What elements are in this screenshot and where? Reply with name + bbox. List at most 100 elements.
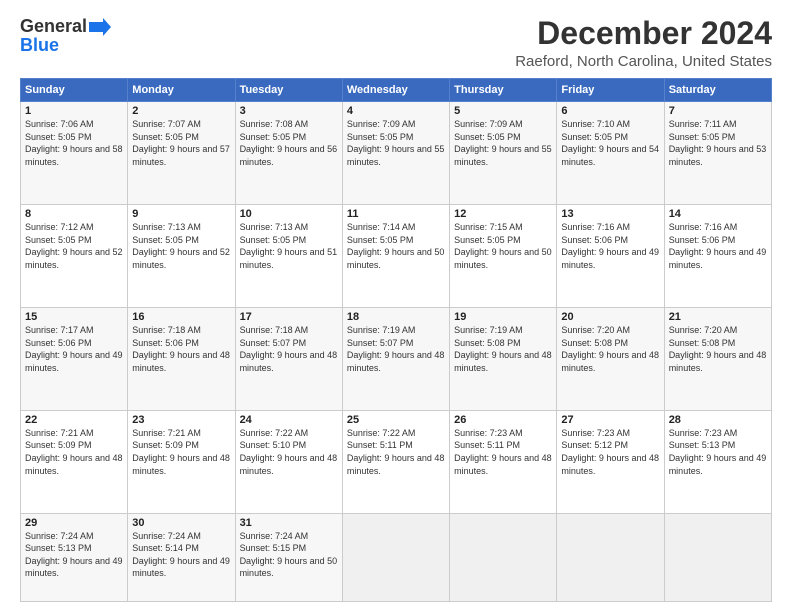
table-cell: 13Sunrise: 7:16 AMSunset: 5:06 PMDayligh… xyxy=(557,205,664,308)
table-cell: 21Sunrise: 7:20 AMSunset: 5:08 PMDayligh… xyxy=(664,307,771,410)
table-cell: 24Sunrise: 7:22 AMSunset: 5:10 PMDayligh… xyxy=(235,410,342,513)
table-cell: 26Sunrise: 7:23 AMSunset: 5:11 PMDayligh… xyxy=(450,410,557,513)
table-cell: 5Sunrise: 7:09 AMSunset: 5:05 PMDaylight… xyxy=(450,102,557,205)
table-cell: 20Sunrise: 7:20 AMSunset: 5:08 PMDayligh… xyxy=(557,307,664,410)
day-number: 10 xyxy=(240,208,338,220)
calendar-table: Sunday Monday Tuesday Wednesday Thursday… xyxy=(20,78,772,602)
day-number: 21 xyxy=(669,311,767,323)
day-info: Sunrise: 7:23 AMSunset: 5:13 PMDaylight:… xyxy=(669,427,767,477)
page-subtitle: Raeford, North Carolina, United States xyxy=(515,53,772,70)
day-info: Sunrise: 7:08 AMSunset: 5:05 PMDaylight:… xyxy=(240,118,338,168)
day-number: 1 xyxy=(25,105,123,117)
table-cell xyxy=(664,513,771,601)
day-info: Sunrise: 7:17 AMSunset: 5:06 PMDaylight:… xyxy=(25,324,123,374)
day-number: 16 xyxy=(132,311,230,323)
table-cell: 8Sunrise: 7:12 AMSunset: 5:05 PMDaylight… xyxy=(21,205,128,308)
header: General Blue December 2024 Raeford, Nort… xyxy=(20,16,772,70)
table-cell: 29Sunrise: 7:24 AMSunset: 5:13 PMDayligh… xyxy=(21,513,128,601)
col-friday: Friday xyxy=(557,79,664,102)
table-cell: 19Sunrise: 7:19 AMSunset: 5:08 PMDayligh… xyxy=(450,307,557,410)
table-cell: 17Sunrise: 7:18 AMSunset: 5:07 PMDayligh… xyxy=(235,307,342,410)
page: General Blue December 2024 Raeford, Nort… xyxy=(0,0,792,612)
week-row-1: 1Sunrise: 7:06 AMSunset: 5:05 PMDaylight… xyxy=(21,102,772,205)
table-cell: 14Sunrise: 7:16 AMSunset: 5:06 PMDayligh… xyxy=(664,205,771,308)
day-number: 2 xyxy=(132,105,230,117)
page-title: December 2024 xyxy=(515,16,772,51)
day-info: Sunrise: 7:21 AMSunset: 5:09 PMDaylight:… xyxy=(132,427,230,477)
week-row-2: 8Sunrise: 7:12 AMSunset: 5:05 PMDaylight… xyxy=(21,205,772,308)
table-cell xyxy=(342,513,449,601)
day-number: 22 xyxy=(25,414,123,426)
day-number: 31 xyxy=(240,517,338,529)
col-saturday: Saturday xyxy=(664,79,771,102)
table-cell: 25Sunrise: 7:22 AMSunset: 5:11 PMDayligh… xyxy=(342,410,449,513)
week-row-3: 15Sunrise: 7:17 AMSunset: 5:06 PMDayligh… xyxy=(21,307,772,410)
day-number: 8 xyxy=(25,208,123,220)
table-cell: 7Sunrise: 7:11 AMSunset: 5:05 PMDaylight… xyxy=(664,102,771,205)
table-cell xyxy=(557,513,664,601)
day-number: 3 xyxy=(240,105,338,117)
table-cell: 12Sunrise: 7:15 AMSunset: 5:05 PMDayligh… xyxy=(450,205,557,308)
table-cell: 28Sunrise: 7:23 AMSunset: 5:13 PMDayligh… xyxy=(664,410,771,513)
day-info: Sunrise: 7:09 AMSunset: 5:05 PMDaylight:… xyxy=(454,118,552,168)
day-info: Sunrise: 7:13 AMSunset: 5:05 PMDaylight:… xyxy=(240,221,338,271)
day-info: Sunrise: 7:22 AMSunset: 5:11 PMDaylight:… xyxy=(347,427,445,477)
day-number: 5 xyxy=(454,105,552,117)
day-number: 23 xyxy=(132,414,230,426)
col-tuesday: Tuesday xyxy=(235,79,342,102)
day-info: Sunrise: 7:06 AMSunset: 5:05 PMDaylight:… xyxy=(25,118,123,168)
day-number: 27 xyxy=(561,414,659,426)
day-info: Sunrise: 7:18 AMSunset: 5:07 PMDaylight:… xyxy=(240,324,338,374)
day-info: Sunrise: 7:19 AMSunset: 5:08 PMDaylight:… xyxy=(454,324,552,374)
day-info: Sunrise: 7:19 AMSunset: 5:07 PMDaylight:… xyxy=(347,324,445,374)
table-cell: 31Sunrise: 7:24 AMSunset: 5:15 PMDayligh… xyxy=(235,513,342,601)
table-cell: 1Sunrise: 7:06 AMSunset: 5:05 PMDaylight… xyxy=(21,102,128,205)
day-info: Sunrise: 7:11 AMSunset: 5:05 PMDaylight:… xyxy=(669,118,767,168)
table-cell: 16Sunrise: 7:18 AMSunset: 5:06 PMDayligh… xyxy=(128,307,235,410)
day-number: 14 xyxy=(669,208,767,220)
day-info: Sunrise: 7:21 AMSunset: 5:09 PMDaylight:… xyxy=(25,427,123,477)
day-number: 13 xyxy=(561,208,659,220)
day-info: Sunrise: 7:15 AMSunset: 5:05 PMDaylight:… xyxy=(454,221,552,271)
week-row-4: 22Sunrise: 7:21 AMSunset: 5:09 PMDayligh… xyxy=(21,410,772,513)
calendar-header-row: Sunday Monday Tuesday Wednesday Thursday… xyxy=(21,79,772,102)
day-info: Sunrise: 7:23 AMSunset: 5:12 PMDaylight:… xyxy=(561,427,659,477)
day-number: 17 xyxy=(240,311,338,323)
day-info: Sunrise: 7:09 AMSunset: 5:05 PMDaylight:… xyxy=(347,118,445,168)
col-thursday: Thursday xyxy=(450,79,557,102)
table-cell: 18Sunrise: 7:19 AMSunset: 5:07 PMDayligh… xyxy=(342,307,449,410)
table-cell: 2Sunrise: 7:07 AMSunset: 5:05 PMDaylight… xyxy=(128,102,235,205)
day-info: Sunrise: 7:23 AMSunset: 5:11 PMDaylight:… xyxy=(454,427,552,477)
day-info: Sunrise: 7:13 AMSunset: 5:05 PMDaylight:… xyxy=(132,221,230,271)
col-monday: Monday xyxy=(128,79,235,102)
day-number: 4 xyxy=(347,105,445,117)
logo-blue: Blue xyxy=(20,35,59,56)
table-cell: 3Sunrise: 7:08 AMSunset: 5:05 PMDaylight… xyxy=(235,102,342,205)
day-number: 18 xyxy=(347,311,445,323)
table-cell: 10Sunrise: 7:13 AMSunset: 5:05 PMDayligh… xyxy=(235,205,342,308)
logo-arrow-icon xyxy=(89,18,111,36)
logo: General Blue xyxy=(20,16,111,56)
day-number: 20 xyxy=(561,311,659,323)
day-info: Sunrise: 7:10 AMSunset: 5:05 PMDaylight:… xyxy=(561,118,659,168)
logo-general: General xyxy=(20,16,87,37)
day-number: 9 xyxy=(132,208,230,220)
day-number: 26 xyxy=(454,414,552,426)
day-number: 19 xyxy=(454,311,552,323)
day-info: Sunrise: 7:20 AMSunset: 5:08 PMDaylight:… xyxy=(561,324,659,374)
table-cell: 9Sunrise: 7:13 AMSunset: 5:05 PMDaylight… xyxy=(128,205,235,308)
day-number: 24 xyxy=(240,414,338,426)
day-number: 29 xyxy=(25,517,123,529)
day-info: Sunrise: 7:12 AMSunset: 5:05 PMDaylight:… xyxy=(25,221,123,271)
day-info: Sunrise: 7:14 AMSunset: 5:05 PMDaylight:… xyxy=(347,221,445,271)
col-wednesday: Wednesday xyxy=(342,79,449,102)
day-info: Sunrise: 7:16 AMSunset: 5:06 PMDaylight:… xyxy=(669,221,767,271)
day-info: Sunrise: 7:22 AMSunset: 5:10 PMDaylight:… xyxy=(240,427,338,477)
day-info: Sunrise: 7:24 AMSunset: 5:13 PMDaylight:… xyxy=(25,530,123,580)
day-number: 12 xyxy=(454,208,552,220)
col-sunday: Sunday xyxy=(21,79,128,102)
day-number: 30 xyxy=(132,517,230,529)
table-cell: 30Sunrise: 7:24 AMSunset: 5:14 PMDayligh… xyxy=(128,513,235,601)
day-info: Sunrise: 7:20 AMSunset: 5:08 PMDaylight:… xyxy=(669,324,767,374)
table-cell: 6Sunrise: 7:10 AMSunset: 5:05 PMDaylight… xyxy=(557,102,664,205)
